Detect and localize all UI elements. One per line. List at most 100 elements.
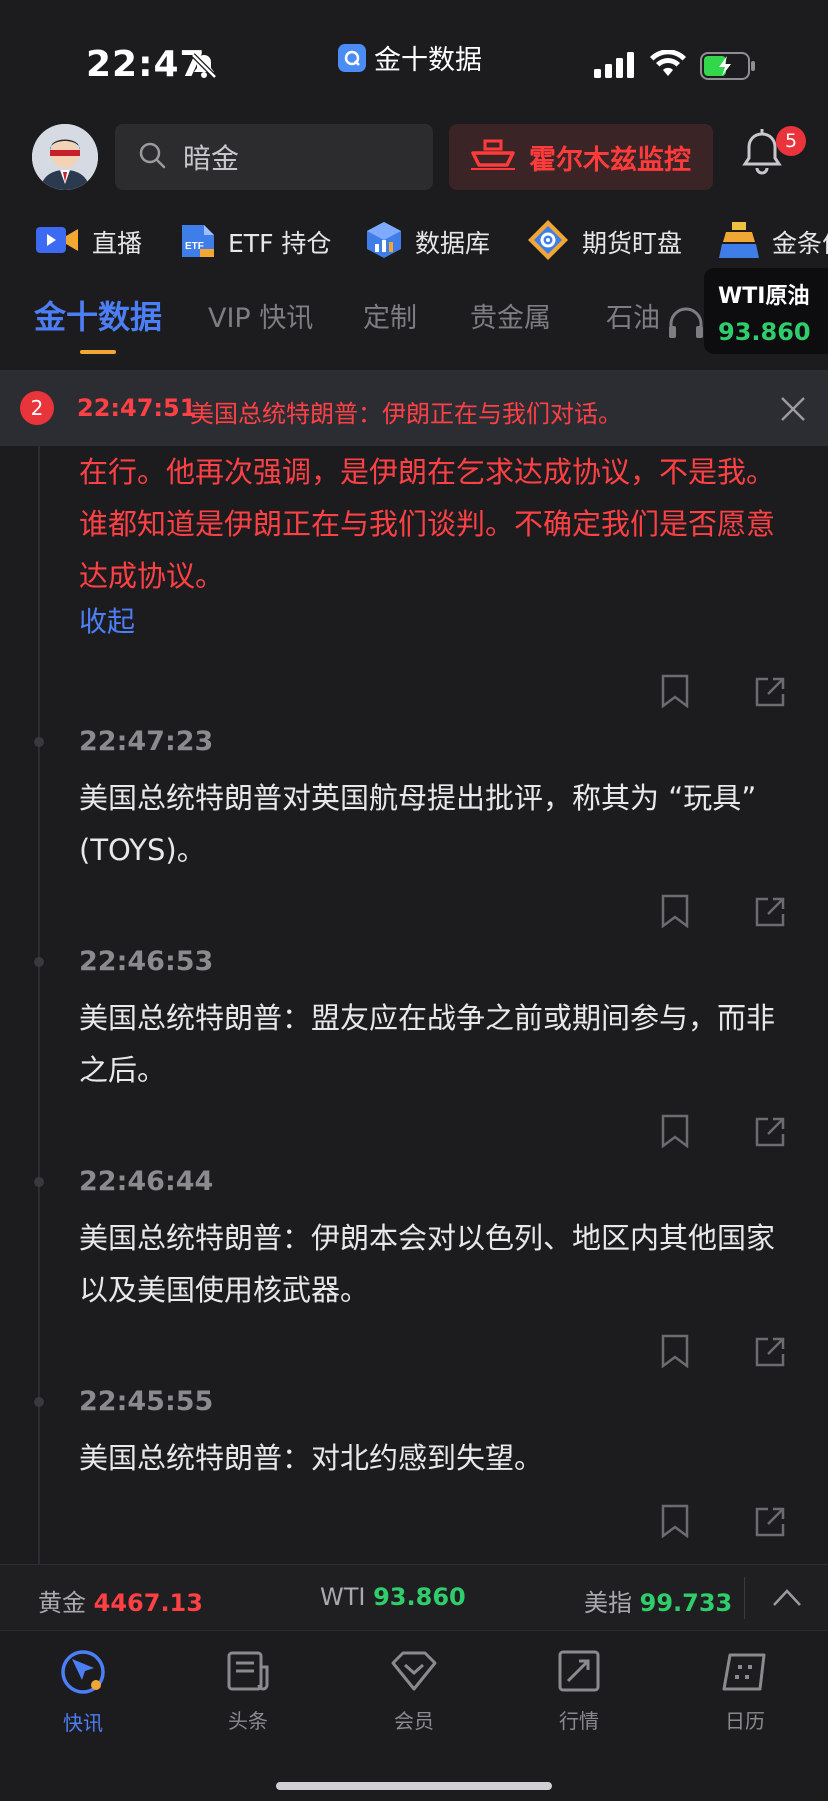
etf-icon: ETF: [180, 221, 216, 263]
flash-news-icon: [58, 1650, 108, 1701]
ticker-value: 93.860: [373, 1583, 466, 1611]
shortcut-database[interactable]: 数据库: [365, 216, 490, 268]
database-icon: [365, 220, 403, 264]
news-text[interactable]: 美国总统特朗普对英国航母提出批评，称其为 “玩具” (TOYS)。: [79, 772, 779, 876]
bookmark-icon[interactable]: [660, 674, 690, 712]
alert-time: 22:47:51: [77, 394, 197, 422]
share-icon[interactable]: [754, 1336, 786, 1372]
search-input[interactable]: 暗金: [115, 124, 433, 190]
market-icon: [555, 1650, 603, 1699]
shortcut-label: 期货盯盘: [582, 229, 683, 258]
timeline-dot: [34, 1397, 44, 1407]
alert-text: 美国总统特朗普：伊朗正在与我们对话。: [190, 400, 622, 428]
shortcut-gold-bar[interactable]: 金条价: [718, 216, 828, 268]
bookmark-icon[interactable]: [660, 1114, 690, 1152]
app-indicator: 金十数据: [338, 38, 482, 77]
headphones-icon[interactable]: [668, 306, 704, 344]
share-icon[interactable]: [754, 896, 786, 932]
news-time: 22:47:23: [79, 726, 214, 757]
active-tab-indicator: [80, 350, 116, 354]
tab-custom[interactable]: 定制: [363, 296, 417, 335]
wti-floating-quote[interactable]: WTI原油 93.860: [704, 268, 828, 354]
clock: 22:47: [86, 44, 206, 85]
news-time: 22:46:44: [79, 1166, 214, 1197]
chevron-up-icon[interactable]: [772, 1585, 802, 1613]
shortcut-label: 数据库: [415, 229, 491, 258]
ticker-wti[interactable]: WTI 93.860: [320, 1583, 466, 1611]
silent-mode-icon: [190, 52, 218, 84]
battery-icon: [700, 52, 756, 84]
tab-oil[interactable]: 石油: [606, 296, 660, 335]
cellular-signal-icon: [594, 52, 636, 82]
ticker-dollar-index[interactable]: 美指 99.733: [584, 1583, 732, 1618]
timeline-dot: [34, 1177, 44, 1187]
ship-icon: [471, 139, 515, 175]
news-text[interactable]: 美国总统特朗普：伊朗本会对以色列、地区内其他国家以及美国使用核武器。: [79, 1212, 779, 1316]
breaking-news-banner[interactable]: 2 22:47:51 美国总统特朗普：伊朗正在与我们对话。: [0, 370, 828, 446]
news-time: 22:46:53: [79, 946, 214, 977]
wti-card-name: WTI原油: [718, 284, 810, 309]
search-placeholder: 暗金: [183, 142, 240, 175]
wifi-icon: [650, 49, 686, 82]
calendar-icon: [720, 1653, 770, 1699]
news-text[interactable]: 美国总统特朗普：对北约感到失望。: [79, 1432, 779, 1484]
timeline-dot: [34, 737, 44, 747]
close-icon[interactable]: [780, 396, 806, 426]
share-icon[interactable]: [754, 1506, 786, 1542]
nav-label: 日历: [725, 1709, 765, 1733]
collapse-link[interactable]: 收起: [79, 600, 135, 640]
shortcut-label: ETF 持仓: [228, 229, 332, 258]
avatar[interactable]: [32, 124, 98, 190]
share-icon[interactable]: [754, 676, 786, 712]
nav-flash-news[interactable]: 快讯: [28, 1647, 138, 1736]
tab-vip-flash[interactable]: VIP 快讯: [208, 296, 313, 335]
bookmark-icon[interactable]: [660, 1334, 690, 1372]
app-name: 金十数据: [374, 45, 482, 76]
ticker-gold[interactable]: 黄金 4467.13: [38, 1583, 203, 1618]
ticker-name: 黄金: [38, 1589, 86, 1617]
nav-calendar[interactable]: 日历: [690, 1647, 800, 1734]
timeline-dot: [34, 957, 44, 967]
ticker-value: 99.733: [639, 1589, 733, 1617]
home-indicator: [276, 1782, 552, 1790]
nav-label: 头条: [228, 1709, 268, 1733]
shortcut-futures[interactable]: 期货盯盘: [526, 216, 682, 268]
search-icon: [137, 140, 167, 174]
price-ticker-bar[interactable]: 黄金 4467.13 WTI 93.860 美指 99.733: [0, 1564, 828, 1630]
ticker-name: WTI: [320, 1583, 366, 1611]
nav-label: 会员: [394, 1709, 434, 1733]
hormuz-monitor-label: 霍尔木兹监控: [529, 144, 691, 176]
nav-headlines[interactable]: 头条: [193, 1647, 303, 1734]
hormuz-monitor-button[interactable]: 霍尔木兹监控: [449, 124, 713, 190]
shortcut-live[interactable]: 直播: [36, 216, 142, 268]
app-logo-icon: [338, 43, 366, 72]
ticker-value: 4467.13: [93, 1589, 203, 1617]
nav-label: 快讯: [63, 1711, 103, 1735]
bookmark-icon[interactable]: [660, 894, 690, 932]
news-time: 22:45:55: [79, 1386, 214, 1417]
membership-icon: [389, 1651, 439, 1699]
divider: [744, 1577, 745, 1619]
shortcut-label: 直播: [92, 229, 143, 258]
headlines-icon: [224, 1651, 272, 1699]
bookmark-icon[interactable]: [660, 1504, 690, 1542]
gold-bar-icon: [718, 220, 760, 264]
shortcut-etf[interactable]: ETF ETF 持仓: [180, 216, 331, 268]
shortcut-label: 金条价: [772, 229, 828, 258]
nav-membership[interactable]: 会员: [359, 1647, 469, 1734]
futures-icon: [526, 218, 570, 266]
notification-count-badge: 5: [776, 126, 806, 156]
expanded-news-text: 在行。他再次强调，是伊朗在乞求达成协议，不是我。谁都知道是伊朗正在与我们谈判。不…: [79, 455, 776, 593]
news-text[interactable]: 美国总统特朗普：盟友应在战争之前或期间参与，而非之后。: [79, 992, 779, 1096]
shortcut-bar: 直播 ETF ETF 持仓 数据库 期货盯盘 金条价: [0, 216, 828, 268]
share-icon[interactable]: [754, 1116, 786, 1152]
live-icon: [36, 224, 80, 260]
alert-count-badge: 2: [20, 391, 54, 425]
tab-jin10-data[interactable]: 金十数据: [34, 292, 162, 338]
nav-market[interactable]: 行情: [524, 1647, 634, 1734]
status-bar: 22:47 金十数据: [0, 0, 828, 110]
tab-precious-metals[interactable]: 贵金属: [470, 296, 551, 335]
bottom-navigation: 快讯 头条 会员 行情 日历: [0, 1630, 828, 1801]
ticker-name: 美指: [584, 1589, 632, 1617]
nav-label: 行情: [559, 1709, 599, 1733]
